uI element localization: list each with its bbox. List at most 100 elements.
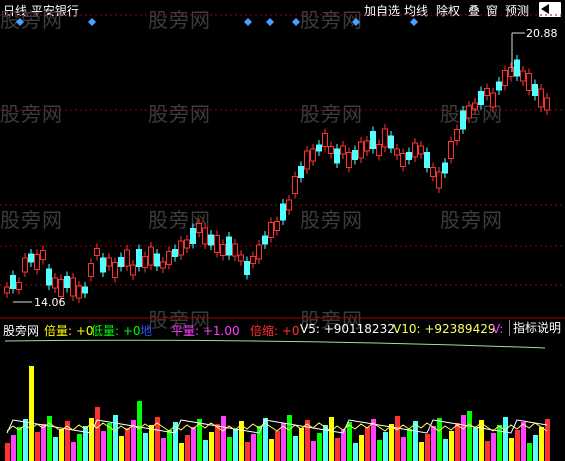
volume-bar [533, 435, 538, 461]
candle-body [52, 277, 58, 289]
volume-bar [35, 432, 40, 461]
candle-body [178, 240, 184, 256]
volume-bar [59, 429, 64, 461]
bei-liang-value: 倍量: +0 [44, 324, 94, 338]
candle-body [526, 73, 532, 91]
volume-bar [527, 443, 532, 461]
candle-body [400, 153, 406, 167]
candle-body [118, 257, 124, 267]
candle-body [532, 84, 538, 96]
candle-body [214, 235, 220, 253]
candle-body [16, 282, 22, 290]
volume-bar [77, 434, 82, 461]
candle-body [22, 257, 28, 273]
volume-bar [509, 438, 514, 461]
signal-diamonds [16, 18, 418, 26]
volume-bar [83, 426, 88, 461]
candle-body [172, 249, 178, 257]
indicator-name: 股旁网 [3, 324, 40, 338]
volume-bar [281, 423, 286, 461]
volume-bar [485, 441, 490, 461]
candle-body [34, 254, 40, 270]
indicator-bar: 股旁网 倍量: +0 低量: +0 地 平量: +1.00 倍缩: +0 V5:… [0, 320, 565, 338]
volume-bar [221, 416, 226, 461]
candle-body [376, 144, 382, 156]
v10-value: V10: +92389429 [393, 322, 496, 336]
volume-bar [455, 423, 460, 461]
volume-bar [347, 422, 352, 461]
candle-body [106, 257, 112, 267]
price-labels: 20.88 14.06 [13, 27, 558, 309]
volume-bar [425, 434, 430, 461]
candle-body [496, 81, 502, 91]
candle-body [136, 249, 142, 267]
volume-bar [293, 436, 298, 461]
volume-bar [53, 437, 58, 461]
volume-bar [5, 443, 10, 461]
candle-body [166, 251, 172, 265]
volume-bar [431, 426, 436, 461]
signal-diamond [292, 18, 300, 26]
volume-bar [191, 427, 196, 461]
candle-body [304, 150, 310, 170]
volume-bar [119, 436, 124, 461]
candle-body [382, 128, 388, 148]
indicator-explain-button[interactable]: 指标说明 [509, 320, 565, 336]
candle-body [460, 110, 466, 130]
signal-diamond [266, 18, 274, 26]
candle-body [340, 145, 346, 155]
candle-body [94, 248, 100, 256]
high-price-label: 20.88 [526, 27, 558, 40]
candle-body [124, 249, 130, 267]
volume-bar [17, 427, 22, 461]
volume-bar [413, 421, 418, 461]
volume-bar [227, 437, 232, 461]
signal-diamond [410, 18, 418, 26]
ping-liang-value: 平量: +1.00 [171, 324, 240, 338]
volume-bar [389, 424, 394, 461]
volume-bar [461, 415, 466, 461]
candle-body [268, 222, 274, 238]
volume-bar [29, 366, 34, 461]
candle-body [70, 277, 76, 297]
candle-body [466, 105, 472, 119]
candle-body [418, 145, 424, 155]
candlestick-chart: 20.88 14.06 [0, 14, 565, 461]
candle-body [280, 203, 286, 221]
candle-body [406, 152, 412, 160]
volume-bar [149, 425, 154, 461]
candle-body [388, 135, 394, 149]
candle-body [424, 152, 430, 168]
volume-bar [101, 431, 106, 461]
volume-bar [233, 429, 238, 461]
volume-bar [353, 443, 358, 461]
volume-bar [179, 443, 184, 461]
candle-body [370, 131, 376, 149]
candle-body [76, 285, 82, 299]
candle-body [484, 88, 490, 96]
candle-body [454, 129, 460, 141]
volume-bar [545, 419, 550, 461]
candle-body [142, 256, 148, 268]
volume-bar [41, 424, 46, 461]
candle-body [502, 70, 508, 86]
low-price-label: 14.06 [34, 296, 66, 309]
candle-body [28, 253, 34, 263]
candle-body [160, 261, 166, 269]
volume-bar [245, 442, 250, 461]
candle-body [328, 146, 334, 154]
candle-body [262, 235, 268, 245]
volume-bar [395, 416, 400, 461]
candle-body [46, 268, 52, 286]
volume-bar [113, 415, 118, 461]
candle-body [100, 257, 106, 273]
candle-body [478, 91, 484, 105]
volume-bars [5, 366, 550, 461]
di-liang-value: 低量: +0 [91, 324, 141, 338]
candle-body [10, 275, 16, 289]
bei-suo-value: 倍缩: +0 [250, 324, 300, 338]
candle-body [322, 133, 328, 147]
volume-bar [467, 411, 472, 461]
candle-body [184, 239, 190, 249]
volume-bar [437, 418, 442, 461]
